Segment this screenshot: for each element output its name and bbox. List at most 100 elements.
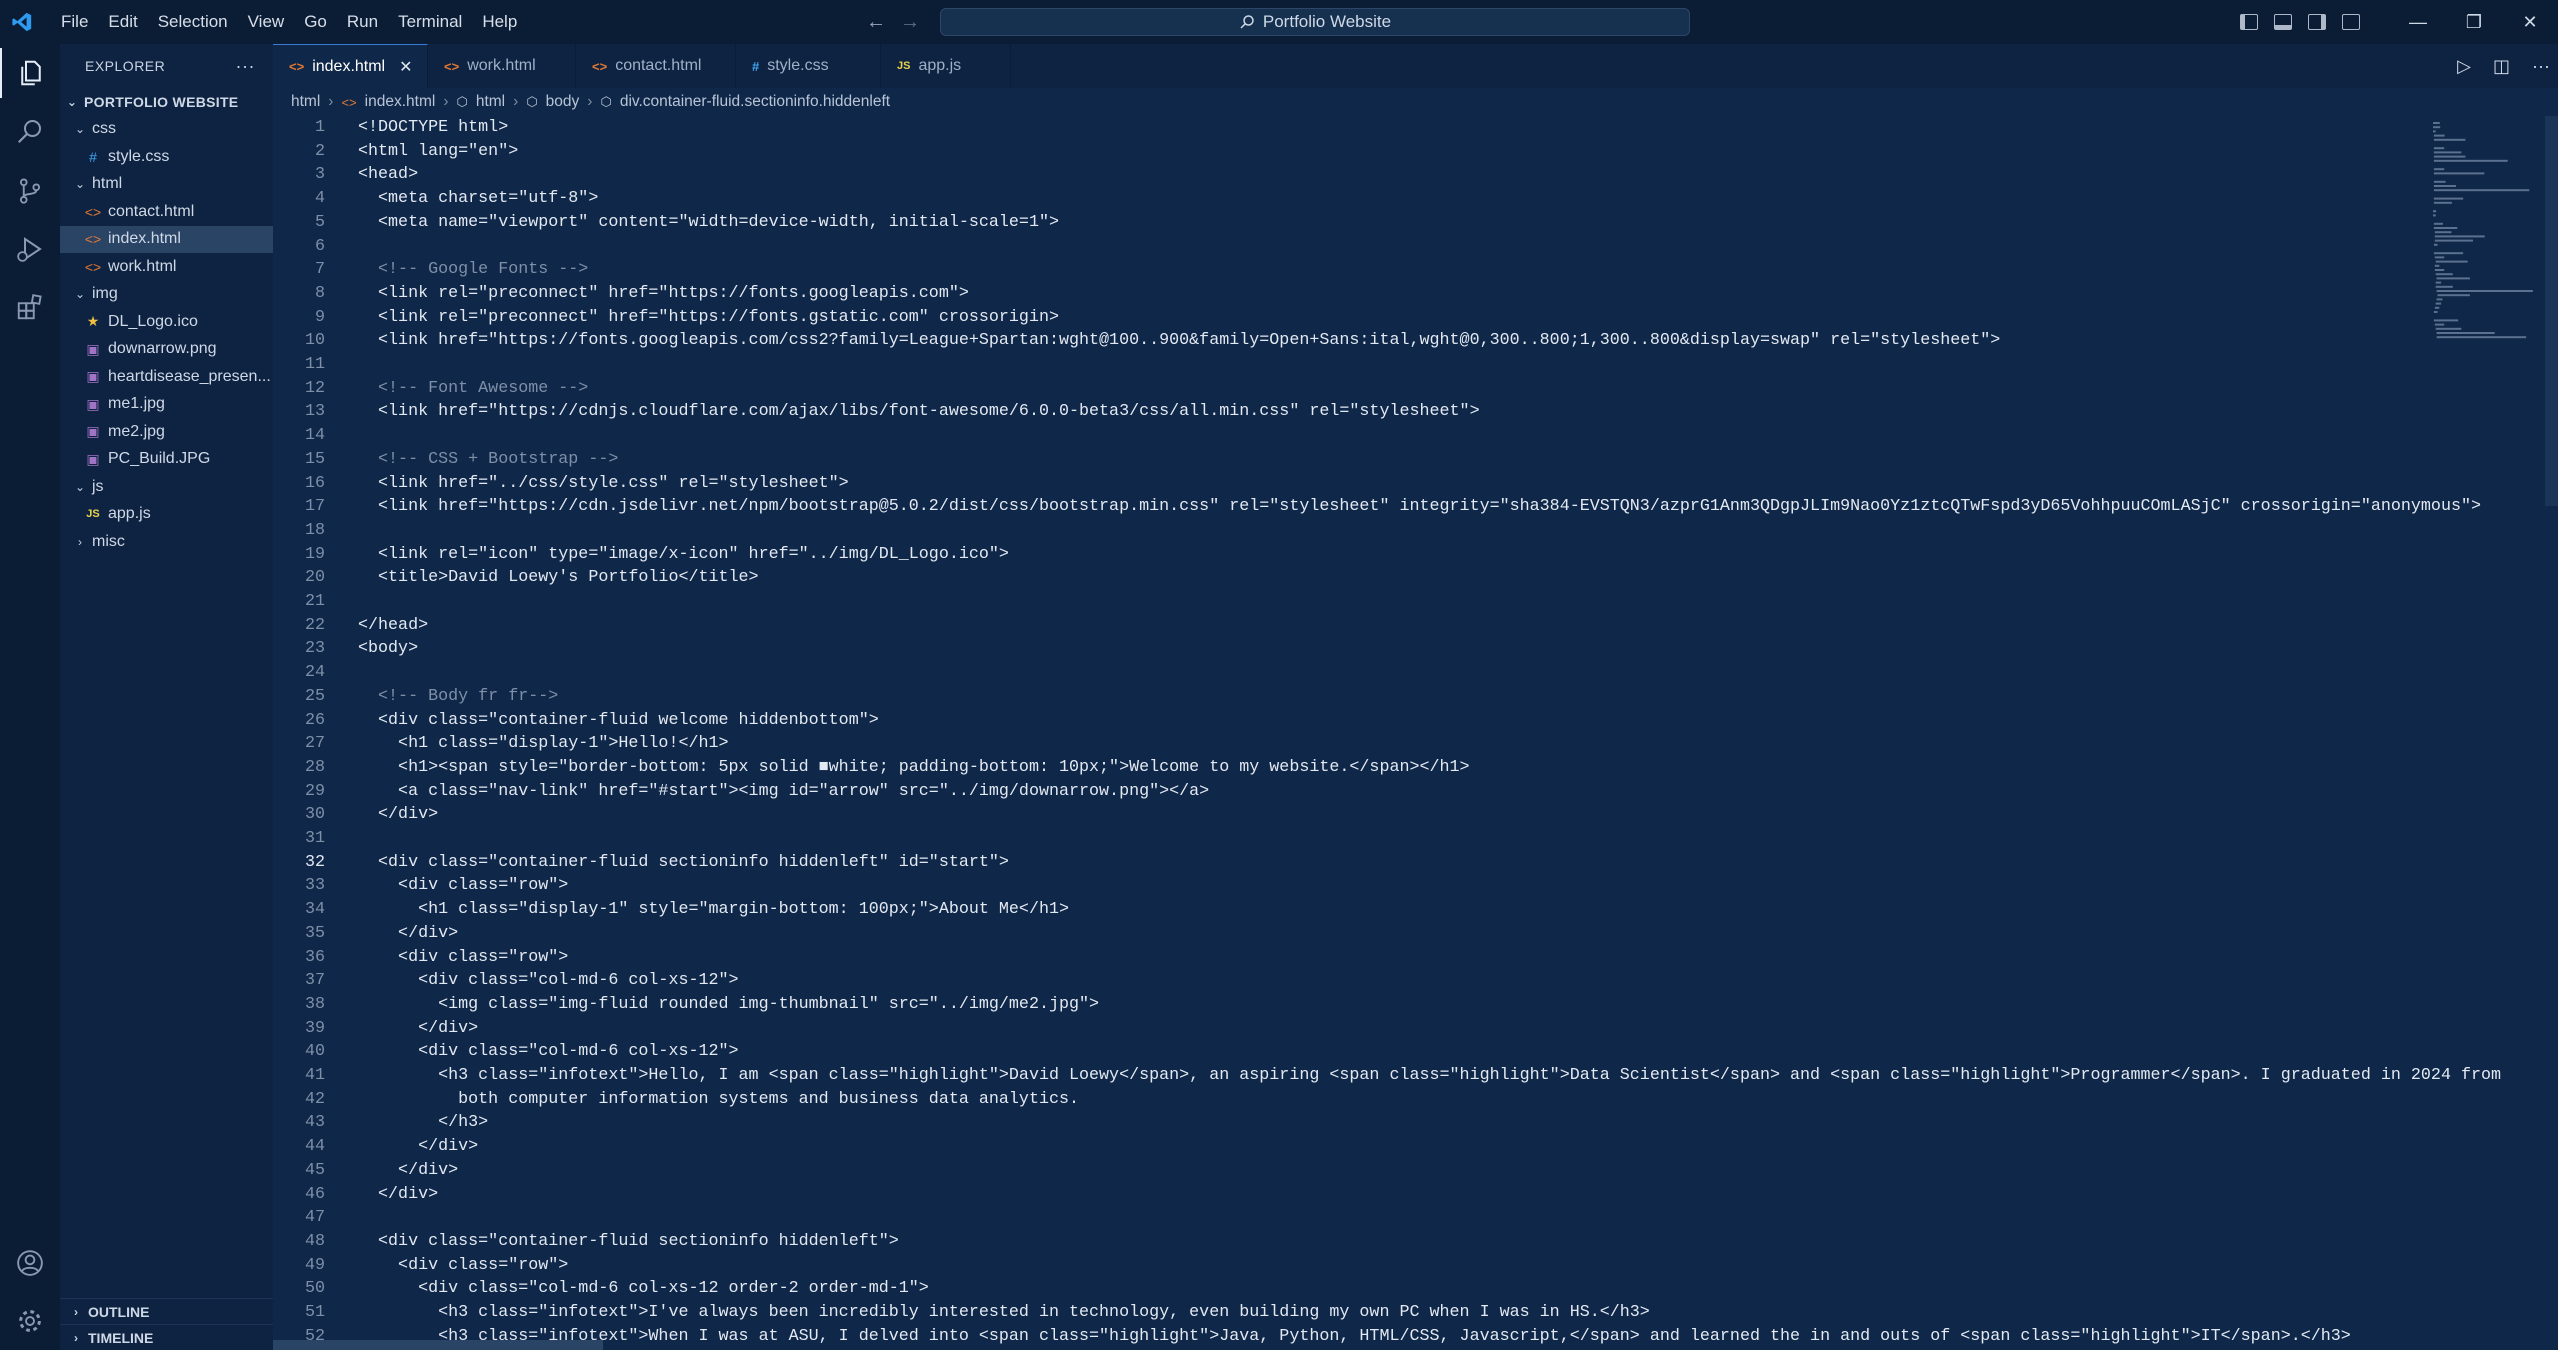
tab-app-js[interactable]: JS app.js xyxy=(881,44,1011,88)
chevron-down-icon: ⌄ xyxy=(74,479,86,494)
tree-file[interactable]: ▣ downarrow.png xyxy=(60,336,273,364)
minimap-line xyxy=(2433,189,2530,192)
js-file-icon: JS xyxy=(86,508,100,521)
tree-folder[interactable]: ⌄ html xyxy=(60,171,273,199)
line-number: 40 xyxy=(304,1042,325,1062)
tree-file[interactable]: JS app.js xyxy=(60,501,273,529)
menu-help[interactable]: Help xyxy=(472,0,527,44)
minimap[interactable] xyxy=(2425,116,2545,356)
more-actions-icon[interactable]: ··· xyxy=(2532,56,2550,77)
minimize-icon[interactable]: — xyxy=(2390,12,2446,33)
line-number: 36 xyxy=(304,947,325,967)
minimap-line xyxy=(2435,260,2468,263)
line-number: 10 xyxy=(304,331,325,351)
horizontal-scrollbar[interactable] xyxy=(273,1340,603,1350)
tree-folder[interactable]: ⌄ img xyxy=(60,281,273,309)
account-icon[interactable] xyxy=(0,1238,60,1288)
breadcrumb-item[interactable]: div.container-fluid.sectioninfo.hiddenle… xyxy=(620,93,890,111)
source-control-icon[interactable] xyxy=(0,166,60,216)
tree-file[interactable]: # style.css xyxy=(60,143,273,171)
project-root-folder[interactable]: ⌄ PORTFOLIO WEBSITE xyxy=(60,88,273,116)
timeline-section[interactable]: › TIMELINE xyxy=(60,1324,273,1350)
tree-file[interactable]: <> index.html xyxy=(60,225,273,253)
tree-file[interactable]: <> work.html xyxy=(60,253,273,281)
extensions-icon[interactable] xyxy=(0,282,60,332)
run-debug-icon[interactable] xyxy=(0,224,60,274)
tree-item-label: contact.html xyxy=(108,202,195,220)
search-icon[interactable] xyxy=(0,106,60,156)
more-actions-icon[interactable]: ··· xyxy=(236,56,255,77)
breadcrumb-item[interactable]: index.html xyxy=(365,93,436,111)
tab-work-html[interactable]: <> work.html xyxy=(428,44,576,88)
close-tab-icon[interactable]: ✕ xyxy=(399,57,412,77)
code-text: <div class="col-md-6 col-xs-12 order-2 o… xyxy=(358,1279,929,1299)
tree-item-label: PC_Build.JPG xyxy=(108,450,211,468)
line-number: 41 xyxy=(304,1066,325,1085)
tree-file[interactable]: ▣ me2.jpg xyxy=(60,418,273,446)
tree-folder[interactable]: ⌄ js xyxy=(60,473,273,501)
tree-file[interactable]: ▣ me1.jpg xyxy=(60,391,273,419)
code-text: </div> xyxy=(358,923,459,943)
code-text: <img class="img-fluid rounded img-thumbn… xyxy=(358,994,1100,1014)
code-text: <div class="container-fluid sectioninfo … xyxy=(358,852,1009,872)
command-center-search[interactable]: Portfolio Website xyxy=(940,8,1690,36)
minimap-line xyxy=(2436,332,2495,334)
chevron-down-icon: ⌄ xyxy=(74,177,86,192)
tree-item-label: html xyxy=(92,175,123,193)
toggle-panel-icon[interactable] xyxy=(2274,14,2292,30)
tree-file[interactable]: ▣ PC_Build.JPG xyxy=(60,446,273,474)
code-text: </div> xyxy=(358,1184,439,1204)
forward-arrow-icon[interactable]: → xyxy=(900,11,920,34)
code-text: <!-- CSS + Bootstrap --> xyxy=(358,449,619,469)
code-text: </head> xyxy=(358,615,429,635)
minimap-line xyxy=(2433,155,2466,158)
code-text: <div class="row"> xyxy=(358,876,569,896)
tree-file[interactable]: ★ DL_Logo.ico xyxy=(60,308,273,336)
toggle-secondary-sidebar-icon[interactable] xyxy=(2308,14,2326,30)
breadcrumb-item[interactable]: html xyxy=(291,93,320,111)
split-editor-icon[interactable]: ◫ xyxy=(2493,56,2510,77)
breadcrumb-item[interactable]: html xyxy=(476,93,505,111)
activity-bar xyxy=(0,44,60,1350)
tree-item-label: img xyxy=(92,285,118,303)
code-text: </div> xyxy=(358,1160,459,1180)
close-window-icon[interactable]: ✕ xyxy=(2502,12,2558,33)
line-number: 27 xyxy=(304,734,325,754)
image-file-icon: ▣ xyxy=(86,450,100,467)
element-icon: ⬡ xyxy=(600,94,612,109)
toggle-primary-sidebar-icon[interactable] xyxy=(2240,14,2258,30)
code-text: <!DOCTYPE html> xyxy=(358,118,509,137)
menu-go[interactable]: Go xyxy=(294,0,337,44)
line-number: 7 xyxy=(314,260,325,280)
menu-run[interactable]: Run xyxy=(337,0,388,44)
tree-file[interactable]: <> contact.html xyxy=(60,198,273,226)
minimap-line xyxy=(2435,302,2442,305)
menu-view[interactable]: View xyxy=(238,0,295,44)
code-text: <link href="https://cdnjs.cloudflare.com… xyxy=(358,402,1480,422)
tab-contact-html[interactable]: <> contact.html xyxy=(576,44,736,88)
menu-edit[interactable]: Edit xyxy=(98,0,147,44)
minimap-line xyxy=(2437,294,2470,297)
tree-file[interactable]: ▣ heartdisease_presen... xyxy=(60,363,273,391)
minimap-line xyxy=(2434,239,2474,242)
tab-index-html[interactable]: <> index.html ✕ xyxy=(273,44,428,88)
menu-file[interactable]: File xyxy=(51,0,98,44)
tree-folder[interactable]: › misc xyxy=(60,528,273,556)
menu-selection[interactable]: Selection xyxy=(148,0,238,44)
explorer-icon[interactable] xyxy=(0,48,60,98)
outline-section[interactable]: › OUTLINE xyxy=(60,1298,273,1324)
explorer-sidebar: EXPLORER ··· ⌄ PORTFOLIO WEBSITE ⌄ css # st… xyxy=(60,44,273,1350)
settings-gear-icon[interactable] xyxy=(0,1296,60,1346)
code-text: <body> xyxy=(358,639,419,659)
line-number: 47 xyxy=(304,1208,325,1228)
customize-layout-icon[interactable] xyxy=(2342,14,2360,30)
run-icon[interactable]: ▷ xyxy=(2457,56,2471,77)
tree-folder[interactable]: ⌄ css xyxy=(60,116,273,144)
code-editor[interactable]: 1 <!DOCTYPE html> 2 <html lang="en"> 3 <head>… xyxy=(273,116,2543,1350)
vertical-scrollbar[interactable] xyxy=(2545,116,2558,506)
breadcrumb-item[interactable]: body xyxy=(546,93,580,111)
tab-style-css[interactable]: # style.css xyxy=(736,44,881,88)
menu-terminal[interactable]: Terminal xyxy=(388,0,472,44)
maximize-icon[interactable]: ❐ xyxy=(2446,12,2502,33)
back-arrow-icon[interactable]: ← xyxy=(866,11,886,34)
